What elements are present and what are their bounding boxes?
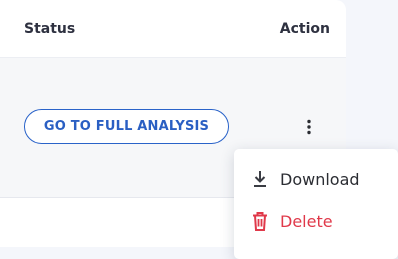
download-label: Download: [280, 169, 360, 189]
kebab-menu-icon: [307, 119, 311, 135]
download-menu-item[interactable]: Download: [234, 159, 364, 199]
more-options-button[interactable]: [298, 116, 320, 138]
trash-icon: [253, 212, 267, 231]
go-to-full-analysis-button[interactable]: GO TO FULL ANALYSIS: [24, 109, 229, 144]
download-icon: [254, 171, 266, 187]
status-column-header: Status: [24, 21, 76, 37]
row-action-menu: Download Delete: [234, 149, 398, 259]
delete-label: Delete: [280, 211, 333, 231]
action-column-header: Action: [279, 21, 330, 37]
delete-menu-item[interactable]: Delete: [234, 201, 364, 241]
table-header: Status Action: [0, 0, 346, 58]
